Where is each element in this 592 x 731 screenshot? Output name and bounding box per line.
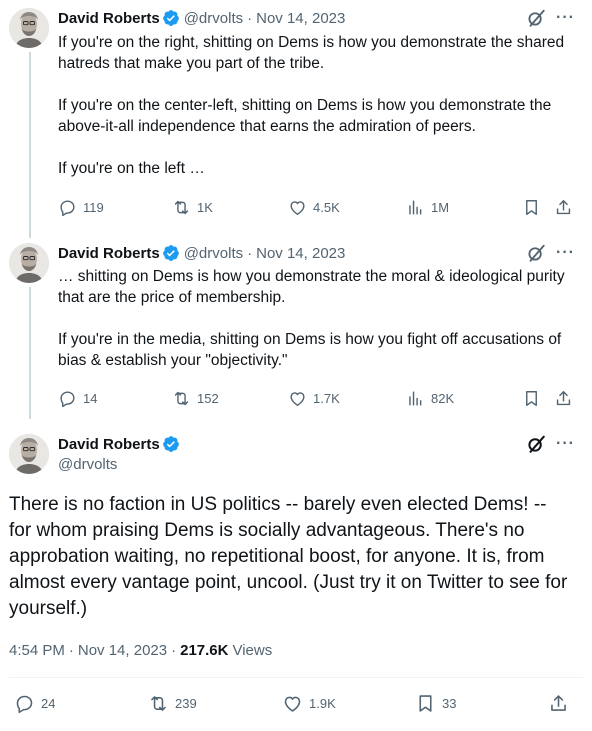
reply-icon	[58, 198, 77, 217]
bookmark-button[interactable]	[522, 389, 541, 408]
reply-button[interactable]: 119	[58, 198, 104, 217]
verified-badge-icon[interactable]	[162, 9, 180, 27]
thread-connector-line	[29, 52, 31, 238]
views-icon	[406, 198, 425, 217]
author-name[interactable]: David Roberts	[58, 10, 160, 27]
reply-count: 24	[41, 696, 56, 711]
verified-badge-icon[interactable]	[162, 244, 180, 262]
tweet-text: … shitting on Dems is how you demonstrat…	[58, 266, 578, 371]
grok-slash-icon[interactable]	[525, 242, 547, 264]
meta-separator: ·	[171, 642, 177, 659]
meta-separator: ·	[68, 642, 74, 659]
tweet-timestamp-row: 4:54 PM · Nov 14, 2023 · 217.6K Views	[9, 642, 272, 659]
tweet-actions: 119 1K 4.5K 1M	[58, 198, 578, 220]
like-icon	[288, 198, 307, 217]
author-name[interactable]: David Roberts	[58, 436, 160, 453]
avatar[interactable]	[9, 243, 49, 283]
tweet-paragraph: If you're on the right, shitting on Dems…	[58, 34, 565, 72]
tweet-time[interactable]: 4:54 PM	[9, 642, 65, 659]
tweet-date[interactable]: Nov 14, 2023	[78, 642, 167, 659]
like-button[interactable]: 4.5K	[288, 198, 340, 217]
tweet-date[interactable]: Nov 14, 2023	[256, 10, 345, 27]
like-icon	[288, 389, 307, 408]
retweet-icon	[148, 693, 169, 714]
views-label: Views	[232, 642, 273, 659]
grok-slash-icon[interactable]	[525, 433, 547, 455]
tweet-paragraph: If you're in the media, shitting on Dems…	[58, 331, 562, 369]
tweet-actions: 14 152 1.7K 82K	[58, 389, 578, 411]
reply-icon	[14, 693, 35, 714]
divider	[9, 677, 583, 678]
author-handle[interactable]: @drvolts	[58, 456, 180, 473]
like-count: 1.7K	[313, 391, 340, 406]
verified-badge-icon[interactable]	[162, 435, 180, 453]
more-icon[interactable]: ···	[556, 244, 576, 262]
tweet-text: If you're on the right, shitting on Dems…	[58, 32, 578, 179]
tweet-header: David Roberts @drvolts · Nov 14, 2023	[58, 243, 345, 263]
like-button[interactable]: 1.7K	[288, 389, 340, 408]
tweet-paragraph: … shitting on Dems is how you demonstrat…	[58, 268, 565, 306]
reply-button[interactable]: 14	[58, 389, 97, 408]
reply-icon	[58, 389, 77, 408]
bookmark-button[interactable]: 33	[415, 693, 456, 714]
view-count: 1M	[431, 200, 450, 215]
retweet-count: 239	[175, 696, 197, 711]
tweet-paragraph: If you're on the left …	[58, 160, 205, 177]
like-count: 1.9K	[309, 696, 336, 711]
share-icon	[554, 198, 573, 217]
retweet-count: 1K	[197, 200, 213, 215]
bookmark-icon	[522, 198, 541, 217]
tweet-header: David Roberts @drvolts · Nov 14, 2023	[58, 8, 345, 28]
more-icon[interactable]: ···	[556, 9, 576, 27]
reply-count: 14	[83, 391, 98, 406]
retweet-count: 152	[197, 391, 219, 406]
view-count: 217.6K	[180, 642, 229, 659]
thread-connector-line	[29, 287, 31, 419]
bookmark-button[interactable]	[522, 198, 541, 217]
bookmark-icon	[415, 693, 436, 714]
share-icon	[548, 693, 569, 714]
share-button[interactable]	[554, 389, 573, 408]
meta-separator: ·	[247, 9, 253, 27]
tweet-paragraph: If you're on the center-left, shitting o…	[58, 97, 552, 135]
more-icon[interactable]: ···	[556, 435, 576, 453]
author-handle[interactable]: @drvolts	[184, 245, 243, 262]
retweet-icon	[172, 389, 191, 408]
bookmark-count: 33	[442, 696, 457, 711]
like-icon	[282, 693, 303, 714]
share-button[interactable]	[554, 198, 573, 217]
retweet-button[interactable]: 239	[148, 693, 197, 714]
retweet-button[interactable]: 152	[172, 389, 219, 408]
share-button[interactable]	[548, 693, 569, 714]
like-count: 4.5K	[313, 200, 340, 215]
views-icon	[406, 389, 425, 408]
meta-separator: ·	[247, 244, 253, 262]
share-icon	[554, 389, 573, 408]
author-handle[interactable]: @drvolts	[184, 10, 243, 27]
view-count: 82K	[431, 391, 455, 406]
grok-slash-icon[interactable]	[525, 7, 547, 29]
author-name[interactable]: David Roberts	[58, 245, 160, 262]
main-tweet-actions: 24 239 1.9K 33	[14, 693, 574, 717]
reply-button[interactable]: 24	[14, 693, 55, 714]
retweet-icon	[172, 198, 191, 217]
tweet-header: David Roberts @drvolts	[58, 434, 180, 473]
avatar[interactable]	[9, 8, 49, 48]
retweet-button[interactable]: 1K	[172, 198, 213, 217]
tweet-date[interactable]: Nov 14, 2023	[256, 245, 345, 262]
reply-count: 119	[83, 200, 104, 215]
views-button[interactable]: 82K	[406, 389, 454, 408]
views-button[interactable]: 1M	[406, 198, 449, 217]
avatar[interactable]	[9, 434, 49, 474]
bookmark-icon	[522, 389, 541, 408]
like-button[interactable]: 1.9K	[282, 693, 336, 714]
main-tweet-text: There is no faction in US politics -- ba…	[9, 494, 568, 619]
